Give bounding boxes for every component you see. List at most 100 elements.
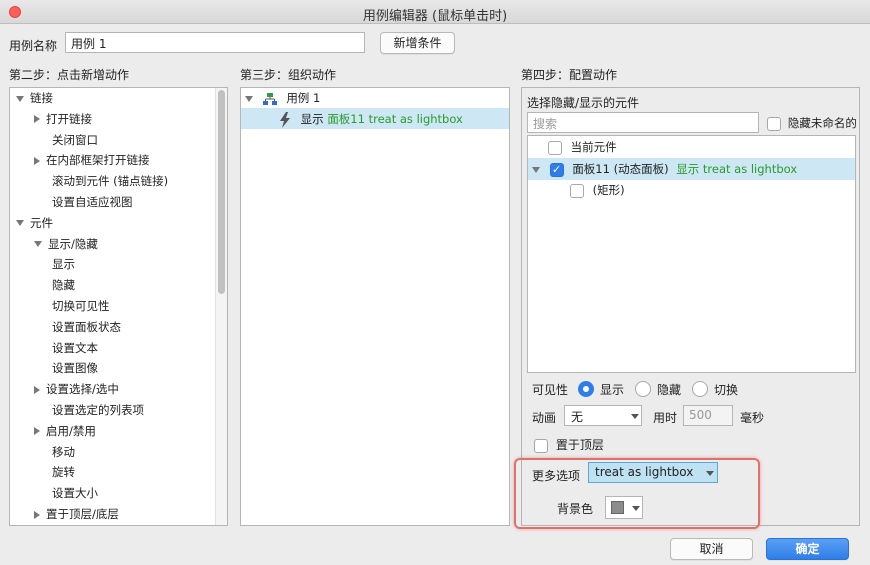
action-item-label: 设置面板状态 (52, 319, 121, 334)
action-item-label: 切换可见性 (52, 299, 110, 313)
visibility-show-radio[interactable] (578, 381, 594, 397)
action-item[interactable]: 设置选择/选中 (34, 379, 119, 399)
widget-search-input[interactable]: 搜索 (527, 112, 759, 133)
action-row[interactable]: 显示 面板11 treat as lightbox (279, 109, 463, 129)
bring-to-front-checkbox[interactable]: 置于顶层 (534, 436, 604, 453)
hide-unnamed-checkbox[interactable]: 隐藏未命名的 (767, 115, 857, 131)
bring-to-front-label: 置于顶层 (555, 438, 604, 452)
action-item-label: 滚动到元件 (锚点链接) (52, 174, 169, 189)
widget-checkbox-checked[interactable]: ✓ (549, 162, 564, 177)
action-item[interactable]: 设置文本 (34, 338, 98, 358)
widget-label: (矩形) (592, 183, 625, 197)
add-condition-button[interactable]: 新增条件 (380, 32, 455, 54)
action-tree-scrollbar[interactable] (215, 88, 227, 525)
collapse-arrow-icon[interactable] (34, 115, 40, 124)
action-item[interactable]: 元件 (16, 213, 53, 233)
window-title: 用例编辑器 (鼠标单击时) (362, 9, 508, 24)
collapse-arrow-icon[interactable] (34, 510, 40, 519)
action-item[interactable]: 设置面板状态 (34, 317, 121, 337)
action-item[interactable]: 链接 (16, 88, 53, 108)
expand-arrow-icon[interactable] (16, 95, 24, 102)
expand-arrow-icon[interactable] (16, 220, 24, 227)
bring-to-front-checkbox-box[interactable] (534, 438, 548, 453)
action-item[interactable]: 打开链接 (34, 109, 92, 129)
action-item-label: 在内部框架打开链接 (46, 153, 150, 168)
case-name-input[interactable]: 用例 1 (65, 32, 365, 53)
action-item-label: 移动 (52, 444, 75, 459)
action-item-label: 设置自适应视图 (52, 195, 133, 209)
action-item[interactable]: 在内部框架打开链接 (34, 150, 150, 170)
case-row[interactable]: 用例 1 (245, 88, 320, 108)
duration-label: 用时 (653, 411, 678, 425)
widget-checkbox[interactable] (548, 140, 562, 155)
case-editor-window: 用例编辑器 (鼠标单击时) 用例名称 用例 1 新增条件 第二步：点击新增动作 … (0, 0, 870, 565)
collapse-arrow-icon[interactable] (34, 156, 40, 165)
action-detail: 面板11 treat as lightbox (327, 112, 463, 126)
action-item[interactable]: 启用/禁用 (34, 421, 96, 441)
action-item[interactable]: 切换可见性 (52, 296, 110, 316)
action-item-label: 设置大小 (52, 486, 98, 501)
action-item[interactable]: 设置选定的列表项 (34, 400, 144, 420)
duration-unit: 毫秒 (740, 411, 765, 425)
action-item-label: 显示/隐藏 (48, 236, 98, 251)
scroll-thumb[interactable] (218, 90, 225, 294)
action-item[interactable]: 旋转 (34, 462, 75, 482)
widget-row-panel11[interactable]: ✓ 面板11 (动态面板) 显示 treat as lightbox (532, 159, 797, 179)
step3-heading: 第三步：组织动作 (240, 68, 337, 82)
visibility-toggle-label: 切换 (714, 383, 739, 397)
cancel-button[interactable]: 取消 (670, 538, 753, 560)
action-verb: 显示 (300, 112, 324, 126)
widget-label: 面板11 (动态面板) (572, 162, 669, 176)
action-item-label: 打开链接 (46, 111, 92, 126)
visibility-hide-label: 隐藏 (657, 383, 682, 397)
collapse-arrow-icon[interactable] (34, 427, 40, 436)
ok-button[interactable]: 确定 (766, 538, 849, 560)
action-item[interactable]: 移动 (34, 442, 75, 462)
duration-input[interactable]: 500 (683, 405, 733, 426)
visibility-toggle-radio[interactable] (692, 381, 708, 397)
action-item-label: 隐藏 (52, 278, 75, 293)
action-item-label: 启用/禁用 (46, 423, 96, 438)
animation-select[interactable]: 无 (564, 405, 642, 426)
expand-arrow-icon[interactable] (34, 241, 42, 248)
action-item[interactable]: 隐藏 (52, 275, 75, 295)
organize-actions-panel: 用例 1 显示 面板11 treat as lightbox (240, 87, 510, 526)
action-item-label: 设置选定的列表项 (52, 403, 144, 417)
title-bar: 用例编辑器 (鼠标单击时) (0, 0, 870, 24)
case-name-label: 用例名称 (9, 39, 58, 53)
widget-row-current[interactable]: 当前元件 (548, 137, 617, 157)
action-item[interactable]: 设置自适应视图 (34, 192, 133, 212)
action-item-label: 关闭窗口 (52, 132, 98, 147)
action-item-label: 元件 (30, 215, 53, 230)
widget-row-rect[interactable]: (矩形) (570, 180, 625, 200)
action-item[interactable]: 滚动到元件 (锚点链接) (34, 171, 168, 191)
action-item[interactable]: 置于顶层/底层 (34, 504, 119, 524)
animation-value: 无 (571, 410, 584, 424)
visibility-hide-radio[interactable] (635, 381, 651, 397)
action-item[interactable]: 设置图像 (34, 358, 98, 378)
action-item[interactable]: 显示 (52, 254, 75, 274)
widget-checkbox[interactable] (570, 183, 584, 198)
widget-extra: 显示 treat as lightbox (676, 162, 798, 176)
visibility-show-label: 显示 (600, 383, 625, 397)
expand-arrow-icon[interactable] (245, 95, 253, 102)
action-item-label: 设置文本 (52, 340, 98, 355)
step4-heading: 第四步：配置动作 (521, 68, 618, 82)
action-item-label: 链接 (30, 91, 53, 105)
more-options-highlight (514, 458, 760, 529)
action-item-label: 设置选择/选中 (46, 382, 119, 397)
hide-unnamed-checkbox-box[interactable] (767, 116, 781, 131)
action-item[interactable]: 显示/隐藏 (34, 234, 98, 254)
widget-label: 当前元件 (570, 140, 617, 154)
action-item[interactable]: 关闭窗口 (34, 130, 98, 150)
collapse-arrow-icon[interactable] (34, 385, 40, 394)
widget-list: 当前元件 ✓ 面板11 (动态面板) 显示 treat as lightbox … (527, 135, 856, 373)
action-tree-panel: 链接打开链接关闭窗口在内部框架打开链接滚动到元件 (锚点链接) 设置自适应视图元件… (9, 87, 228, 526)
action-item-label: 旋转 (52, 465, 75, 480)
action-item-label: 设置图像 (52, 361, 98, 376)
chevron-down-icon (631, 414, 639, 419)
lightning-icon (280, 111, 290, 128)
action-item[interactable]: 设置大小 (34, 483, 98, 503)
expand-arrow-icon[interactable] (532, 166, 540, 173)
hide-unnamed-label: 隐藏未命名的 (787, 116, 857, 130)
